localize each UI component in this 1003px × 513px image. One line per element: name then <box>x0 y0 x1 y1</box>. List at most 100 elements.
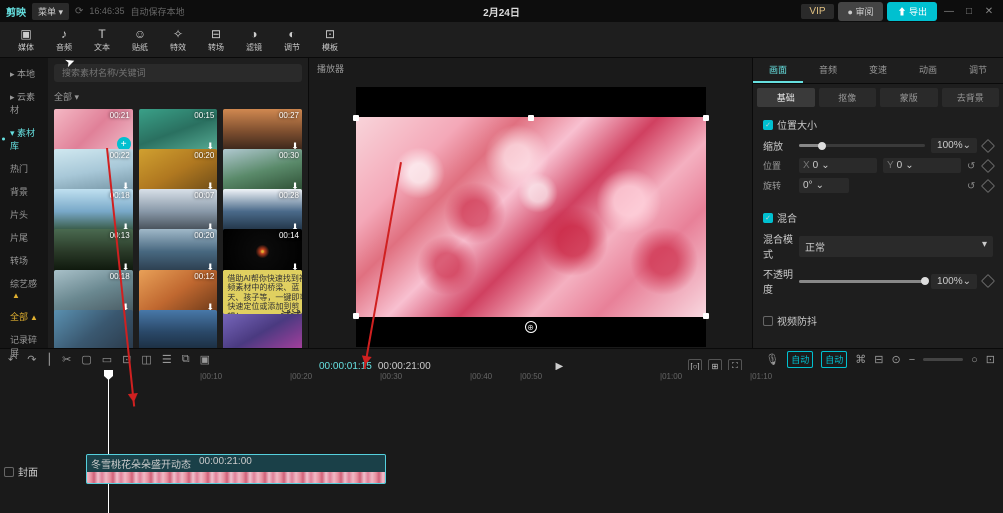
media-thumbnail[interactable] <box>223 310 302 348</box>
media-thumbnail[interactable]: 00:28⬇ <box>223 189 302 233</box>
checkbox-icon[interactable] <box>763 316 773 326</box>
rotate-handle[interactable]: ⊕ <box>525 321 537 333</box>
zoom-slider[interactable] <box>923 358 963 361</box>
inspector-tab[interactable]: 调节 <box>953 58 1003 83</box>
resize-handle-tl[interactable] <box>353 115 359 121</box>
sidebar-item[interactable]: 转场 <box>0 249 48 272</box>
checkbox-icon[interactable]: ✓ <box>763 120 773 130</box>
zoom-fit-icon[interactable]: ⊡ <box>986 353 995 366</box>
timeline-tool-icon[interactable]: ▣ <box>200 353 210 366</box>
sidebar-item[interactable]: ▸ 本地 <box>0 62 48 85</box>
preview-image[interactable] <box>356 117 706 317</box>
inspector-tab[interactable]: 变速 <box>853 58 903 83</box>
media-thumbnail[interactable]: 借助AI帮你快速找到视频素材中的桥梁、蓝天、孩子等，一键即可快速定位或添加到剪辑… <box>223 270 302 314</box>
inspector-tab[interactable]: 音频 <box>803 58 853 83</box>
timeline-tool-icon[interactable]: ▢ <box>81 353 91 366</box>
mic-icon[interactable]: 🎙 <box>765 353 779 366</box>
auto-tag2[interactable]: 自动 <box>821 351 847 368</box>
zoom-in-icon[interactable]: ○ <box>971 354 978 366</box>
magnet-icon[interactable]: ⊙ <box>891 353 900 366</box>
sidebar-item[interactable]: 综艺感▲ <box>0 272 48 305</box>
tool-文本[interactable]: T文本 <box>84 24 120 56</box>
auto-tag[interactable]: 自动 <box>787 351 813 368</box>
keyframe-icon[interactable] <box>981 274 995 288</box>
media-thumbnail[interactable]: 00:20⬇ <box>139 229 218 273</box>
timeline-tool-icon[interactable]: ◫ <box>141 353 151 366</box>
inspector-tab[interactable]: 画面 <box>753 58 803 83</box>
opacity-value[interactable]: 100%⌄ <box>931 274 977 289</box>
sidebar-item[interactable]: 片尾 <box>0 226 48 249</box>
reset-icon[interactable]: ↺ <box>967 161 977 171</box>
tool-音频[interactable]: ♪音频 <box>46 24 82 56</box>
inspector-subtab[interactable]: 蒙版 <box>880 88 938 107</box>
pos-y-input[interactable]: Y0⌄ <box>883 158 961 173</box>
inspector-subtab[interactable]: 基础 <box>757 88 815 107</box>
filter-dropdown[interactable]: 全部 ▾ <box>48 88 308 105</box>
tool-调节[interactable]: ◐调节 <box>274 24 310 56</box>
media-thumbnail[interactable]: 00:20⬇ <box>139 149 218 193</box>
window-close[interactable]: ✕ <box>984 6 994 16</box>
tool-贴纸[interactable]: ☺贴纸 <box>122 24 158 56</box>
scale-value[interactable]: 100%⌄ <box>931 138 977 153</box>
sidebar-item[interactable]: 热门 <box>0 157 48 180</box>
inspector-tab[interactable]: 动画 <box>903 58 953 83</box>
keyframe-icon[interactable] <box>981 158 995 172</box>
search-input[interactable] <box>54 64 302 82</box>
timeline-tool-icon[interactable]: ☰ <box>162 353 172 366</box>
media-thumbnail[interactable]: 00:21+ <box>54 109 133 153</box>
media-thumbnail[interactable]: 00:22⬇ <box>54 149 133 193</box>
media-thumbnail[interactable] <box>54 310 133 348</box>
sidebar-item[interactable]: 背景 <box>0 180 48 203</box>
track-toggle-icon[interactable] <box>4 467 14 477</box>
sidebar-item[interactable]: 全部▲ <box>0 305 48 328</box>
timeline-tool-icon[interactable]: ✂ <box>62 353 71 366</box>
blend-mode-select[interactable]: 正常▾ <box>799 236 993 257</box>
media-thumbnail[interactable]: 00:13⬇ <box>54 229 133 273</box>
resize-handle-tc[interactable] <box>528 115 534 121</box>
video-clip[interactable]: 冬雪桃花朵朵盛开动态00:00:21:00 <box>86 454 386 484</box>
resize-handle-bl[interactable] <box>353 313 359 319</box>
media-thumbnail[interactable]: 00:14⬇ <box>223 229 302 273</box>
rotation-input[interactable]: 0°⌄ <box>799 178 849 193</box>
tool-特效[interactable]: ✧特效 <box>160 24 196 56</box>
window-maximize[interactable]: □ <box>964 6 974 16</box>
opacity-slider[interactable] <box>799 280 925 283</box>
tool-转场[interactable]: ⊟转场 <box>198 24 234 56</box>
media-thumbnail[interactable] <box>139 310 218 348</box>
tool-模板[interactable]: ⊡模板 <box>312 24 348 56</box>
tool-媒体[interactable]: ▣媒体 <box>8 24 44 56</box>
sidebar-item[interactable]: 片头 <box>0 203 48 226</box>
vip-button[interactable]: VIP <box>801 4 833 19</box>
sidebar-item[interactable]: ▸ 云素材 <box>0 85 48 121</box>
sidebar-item[interactable]: 记录碎屏 <box>0 328 48 364</box>
resize-handle-br[interactable] <box>703 313 709 319</box>
inspector-subtab[interactable]: 去背景 <box>942 88 1000 107</box>
timeline-tool-icon[interactable]: ▭ <box>102 353 112 366</box>
keyframe-icon[interactable] <box>981 178 995 192</box>
checkbox-icon[interactable]: ✓ <box>763 213 773 223</box>
link-icon[interactable]: ⌘ <box>855 353 866 366</box>
media-thumbnail[interactable]: 00:12⬇ <box>139 270 218 314</box>
media-thumbnail[interactable]: 00:07⬇ <box>139 189 218 233</box>
track-label-cover[interactable]: 封面 <box>0 460 70 483</box>
media-thumbnail[interactable]: 00:15⬇ <box>139 109 218 153</box>
review-button[interactable]: ● 审阅 <box>838 2 884 21</box>
sidebar-item[interactable]: ▾ 素材库 <box>0 121 48 157</box>
media-thumbnail[interactable]: 00:30⬇ <box>223 149 302 193</box>
keyframe-icon[interactable] <box>981 138 995 152</box>
window-minimize[interactable]: — <box>944 6 954 16</box>
preview-canvas[interactable]: ⊕ <box>356 87 706 347</box>
resize-handle-tr[interactable] <box>703 115 709 121</box>
timeline-tool-icon[interactable]: ⧉ <box>182 353 190 366</box>
zoom-out-icon[interactable]: − <box>909 354 915 366</box>
media-thumbnail[interactable]: 00:27⬇ <box>223 109 302 153</box>
tool-滤镜[interactable]: ◑滤镜 <box>236 24 272 56</box>
menu-dropdown[interactable]: 菜单 ▾ <box>32 3 69 20</box>
scale-slider[interactable] <box>799 144 925 147</box>
export-button[interactable]: ⬆ 导出 <box>887 2 937 21</box>
pos-x-input[interactable]: X0⌄ <box>799 158 877 173</box>
timeline[interactable]: 0|00:10|00:20|00:30|00:40|00:50|01:00|01… <box>0 370 1003 513</box>
media-thumbnail[interactable]: 00:18⬇ <box>54 189 133 233</box>
inspector-subtab[interactable]: 抠像 <box>819 88 877 107</box>
ruler[interactable]: 0|00:10|00:20|00:30|00:40|00:50|01:00|01… <box>0 370 1003 386</box>
